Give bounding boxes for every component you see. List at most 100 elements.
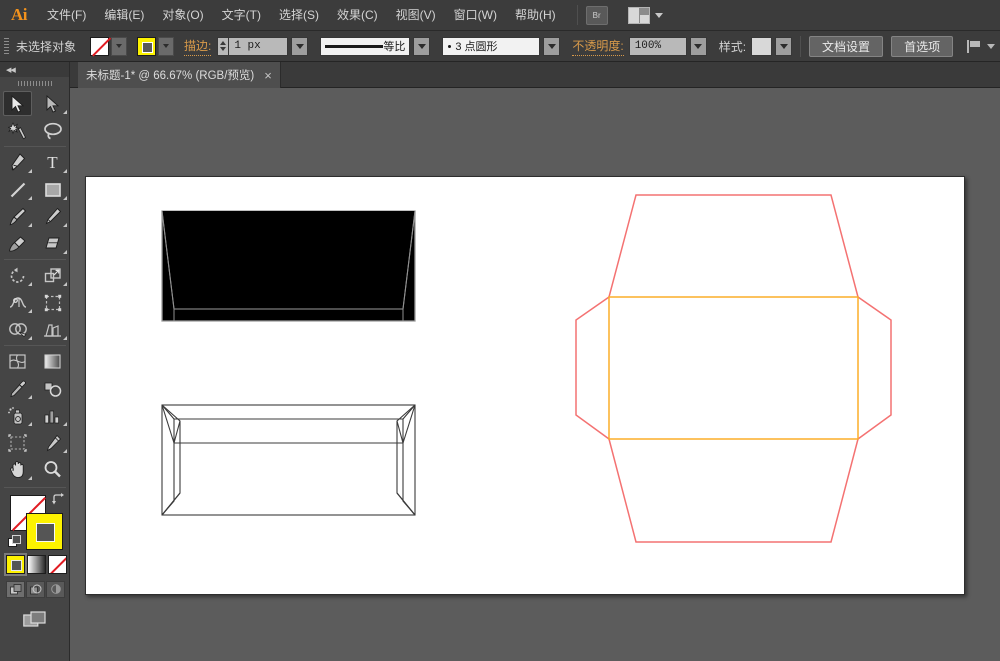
- flyout-triangle-icon: [28, 476, 32, 480]
- document-setup-button[interactable]: 文档设置: [809, 36, 883, 57]
- blend-tool[interactable]: [35, 375, 70, 402]
- preferences-button[interactable]: 首选项: [891, 36, 953, 57]
- stroke-weight-label[interactable]: 描边:: [184, 37, 211, 56]
- opacity-input[interactable]: 100%: [629, 37, 687, 56]
- close-icon[interactable]: ×: [264, 69, 272, 82]
- canvas-area[interactable]: [70, 88, 1000, 661]
- fill-swatch-dropdown[interactable]: [111, 37, 127, 56]
- lasso-tool[interactable]: [35, 117, 70, 144]
- graphic-style-swatch[interactable]: [751, 37, 772, 56]
- flyout-triangle-icon: [63, 336, 67, 340]
- arrange-documents-icon: [628, 7, 650, 24]
- slice-tool[interactable]: [35, 429, 70, 456]
- color-swatch-mode[interactable]: [6, 555, 25, 574]
- gradient-tool[interactable]: [35, 348, 70, 375]
- free-transform-tool[interactable]: [35, 289, 70, 316]
- app-logo-icon: Ai: [0, 0, 38, 31]
- menubar-divider: [577, 5, 578, 25]
- menu-help[interactable]: 帮助(H): [506, 0, 565, 31]
- svg-text:T: T: [47, 153, 58, 172]
- menu-file[interactable]: 文件(F): [38, 0, 95, 31]
- control-bar: 未选择对象 描边: 1 px 等比 3 点圆形 不透明度:: [0, 31, 1000, 62]
- line-segment-tool[interactable]: [0, 176, 35, 203]
- bridge-icon[interactable]: Br: [586, 6, 608, 25]
- menu-edit[interactable]: 编辑(E): [95, 0, 153, 31]
- blob-brush-tool[interactable]: [0, 230, 35, 257]
- column-graph-tool[interactable]: [35, 402, 70, 429]
- flyout-triangle-icon: [63, 223, 67, 227]
- stroke-color-indicator[interactable]: [26, 513, 63, 550]
- rotate-tool[interactable]: [0, 262, 35, 289]
- brush-dot-icon: [448, 45, 451, 48]
- flyout-triangle-icon: [28, 395, 32, 399]
- change-screen-mode[interactable]: [22, 609, 48, 631]
- menu-type[interactable]: 文字(T): [213, 0, 270, 31]
- eraser-tool[interactable]: [35, 230, 70, 257]
- flyout-triangle-icon: [63, 282, 67, 286]
- swap-fill-stroke-icon[interactable]: [52, 493, 65, 506]
- menu-bar: Ai 文件(F) 编辑(E) 对象(O) 文字(T) 选择(S) 效果(C) 视…: [0, 0, 1000, 31]
- type-tool[interactable]: T: [35, 149, 70, 176]
- draw-inside-mode[interactable]: [46, 581, 65, 598]
- mesh-tool[interactable]: [0, 348, 35, 375]
- gradient-swatch-mode[interactable]: [27, 555, 46, 574]
- arrange-documents-button[interactable]: [628, 7, 663, 24]
- pencil-tool[interactable]: [35, 203, 70, 230]
- tools-panel-collapse-button[interactable]: ◀◀: [0, 62, 69, 77]
- opacity-label[interactable]: 不透明度:: [572, 37, 623, 56]
- eyedropper-tool[interactable]: [0, 375, 35, 402]
- rectangle-tool[interactable]: [35, 176, 70, 203]
- hand-tool[interactable]: [0, 456, 35, 483]
- perspective-grid-tool[interactable]: [35, 316, 70, 343]
- control-bar-divider: [800, 36, 801, 57]
- menu-select[interactable]: 选择(S): [270, 0, 328, 31]
- menu-object[interactable]: 对象(O): [153, 0, 212, 31]
- none-swatch-mode[interactable]: [48, 555, 67, 574]
- menu-window[interactable]: 窗口(W): [445, 0, 506, 31]
- scale-tool[interactable]: [35, 262, 70, 289]
- flyout-triangle-icon: [63, 110, 67, 114]
- stroke-color-swatch[interactable]: [137, 37, 156, 56]
- stroke-swatch-dropdown[interactable]: [158, 37, 174, 56]
- control-bar-grip[interactable]: [4, 38, 9, 55]
- paintbrush-tool[interactable]: [0, 203, 35, 230]
- tools-divider: [4, 487, 66, 488]
- brush-definition-dropdown[interactable]: [543, 37, 560, 56]
- stroke-profile-preview[interactable]: 等比: [320, 37, 410, 56]
- flyout-triangle-icon: [28, 196, 32, 200]
- zoom-tool[interactable]: [35, 456, 70, 483]
- brush-definition-preview[interactable]: 3 点圆形: [442, 37, 540, 56]
- opacity-dropdown[interactable]: [690, 37, 707, 56]
- draw-normal-mode[interactable]: [6, 581, 25, 598]
- menu-view[interactable]: 视图(V): [387, 0, 445, 31]
- stroke-profile-label: 等比: [383, 38, 405, 54]
- symbol-sprayer-tool[interactable]: [0, 402, 35, 429]
- graphic-style-dropdown[interactable]: [775, 37, 792, 56]
- tools-divider: [4, 259, 66, 260]
- draw-behind-mode[interactable]: [26, 581, 45, 598]
- menu-effect[interactable]: 效果(C): [328, 0, 387, 31]
- stroke-weight-dropdown[interactable]: [291, 37, 308, 56]
- stroke-weight-input[interactable]: 1 px: [228, 37, 288, 56]
- artwork-svg: [86, 177, 966, 596]
- document-tab[interactable]: 未标题-1* @ 66.67% (RGB/预览) ×: [78, 62, 281, 88]
- shape-builder-tool[interactable]: [0, 316, 35, 343]
- fill-color-swatch[interactable]: [90, 37, 109, 56]
- document-tab-title: 未标题-1* @ 66.67% (RGB/预览): [86, 67, 254, 83]
- chevron-down-icon: [655, 13, 663, 18]
- artboard[interactable]: [85, 176, 965, 595]
- magic-wand-tool[interactable]: [0, 117, 35, 144]
- artboard-tool[interactable]: [0, 429, 35, 456]
- width-tool[interactable]: [0, 289, 35, 316]
- pen-tool[interactable]: [0, 149, 35, 176]
- envelope-front-filled: [162, 211, 415, 321]
- default-fill-stroke-icon[interactable]: [8, 535, 22, 549]
- direct-selection-tool[interactable]: [35, 90, 70, 117]
- stroke-weight-stepper[interactable]: [217, 37, 228, 56]
- selection-tool[interactable]: [0, 90, 35, 117]
- tools-divider: [4, 345, 66, 346]
- stroke-profile-dropdown[interactable]: [413, 37, 430, 56]
- tools-panel-grip[interactable]: [0, 77, 69, 90]
- align-options-button[interactable]: [967, 40, 995, 53]
- drawing-mode-group: [6, 581, 65, 598]
